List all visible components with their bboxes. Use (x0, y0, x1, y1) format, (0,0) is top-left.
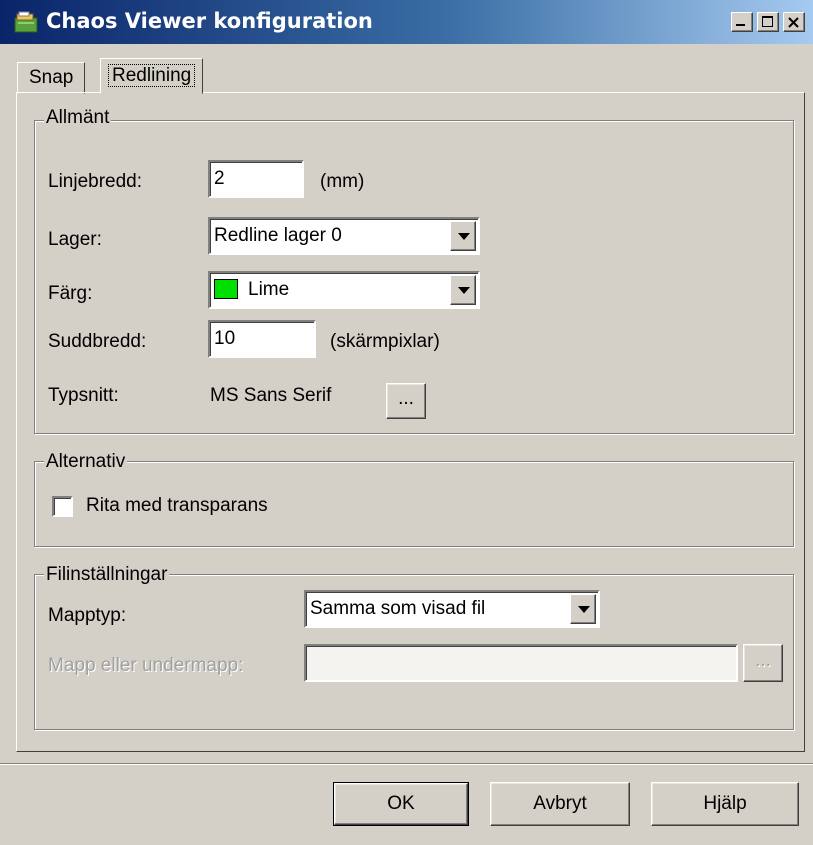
folder-type-dropdown-button[interactable] (570, 594, 596, 624)
folder-type-select[interactable]: Samma som visad fil (304, 590, 600, 628)
layer-label: Lager: (48, 229, 102, 250)
tab-redlining[interactable]: Redlining (100, 58, 204, 94)
layer-select-value: Redline lager 0 (214, 225, 342, 246)
app-icon (14, 11, 38, 33)
font-picker-button[interactable]: ... (386, 383, 426, 419)
title-bar[interactable]: Chaos Viewer konfiguration (0, 0, 813, 44)
color-label: Färg: (48, 283, 93, 304)
transparency-checkbox[interactable] (52, 496, 73, 517)
group-general-title: Allmänt (44, 107, 112, 128)
folder-label: Mapp eller undermapp: (48, 655, 244, 676)
close-icon (788, 17, 799, 28)
folder-input[interactable] (304, 644, 738, 682)
tab-redlining-label: Redlining (107, 64, 196, 87)
ok-button[interactable]: OK (333, 782, 469, 826)
color-swatch (214, 279, 238, 299)
window-title: Chaos Viewer konfiguration (46, 9, 373, 33)
line-width-unit: (mm) (320, 171, 365, 192)
chevron-down-icon (578, 606, 590, 613)
cancel-button[interactable]: Avbryt (490, 782, 630, 826)
chevron-down-icon (458, 233, 470, 240)
group-file-settings-title: Filinställningar (44, 564, 170, 585)
folder-type-label: Mapptyp: (48, 605, 127, 626)
font-label: Typsnitt: (48, 385, 119, 406)
group-options-title: Alternativ (44, 451, 128, 472)
line-width-input[interactable]: 2 (208, 160, 304, 198)
footer-separator-highlight (0, 764, 813, 765)
layer-select[interactable]: Redline lager 0 (208, 217, 480, 255)
folder-type-value: Samma som visad fil (310, 598, 486, 619)
folder-browse-button[interactable]: ... (743, 644, 783, 682)
eraser-width-input[interactable]: 10 (208, 320, 316, 358)
tab-snap-label: Snap (29, 67, 74, 88)
minimize-button[interactable] (731, 12, 753, 32)
layer-dropdown-button[interactable] (450, 221, 476, 251)
color-select-value: Lime (248, 279, 290, 300)
close-button[interactable] (783, 12, 805, 32)
help-button[interactable]: Hjälp (651, 782, 799, 826)
maximize-button[interactable] (757, 12, 779, 32)
line-width-label: Linjebredd: (48, 171, 143, 192)
color-dropdown-button[interactable] (450, 275, 476, 305)
eraser-width-unit: (skärmpixlar) (330, 331, 440, 352)
tab-snap[interactable]: Snap (17, 62, 86, 94)
minimize-icon (736, 24, 745, 26)
font-value: MS Sans Serif (210, 385, 332, 406)
transparency-label[interactable]: Rita med transparans (86, 494, 268, 518)
eraser-width-label: Suddbredd: (48, 331, 147, 352)
maximize-icon (762, 16, 773, 27)
color-select[interactable]: Lime (208, 271, 480, 309)
chevron-down-icon (458, 287, 470, 294)
